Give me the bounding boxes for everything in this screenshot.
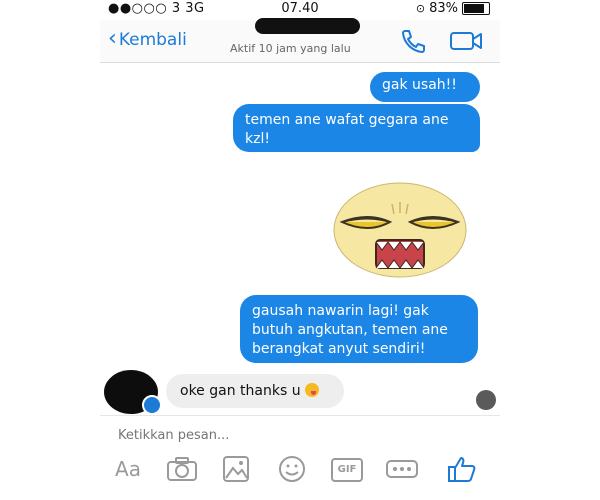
tongue-emoji-icon <box>304 383 319 397</box>
divider <box>100 415 500 416</box>
phone-icon[interactable] <box>398 28 428 54</box>
battery-fill <box>464 4 484 13</box>
message-input[interactable] <box>118 424 378 446</box>
message-text: oke gan thanks u <box>180 383 301 399</box>
more-icon[interactable] <box>384 454 420 484</box>
battery-icon <box>462 2 490 15</box>
back-button[interactable]: ‹ Kembali <box>108 26 187 51</box>
composer-toolbar: Aa GIF <box>100 448 500 488</box>
status-bar: ●●○○○ 3 3G 07.40 ⊙ 83% <box>100 0 500 20</box>
camera-icon[interactable] <box>164 454 200 484</box>
redacted-contact-name <box>255 18 360 34</box>
message-outgoing[interactable]: gak usah!! <box>370 72 480 102</box>
chevron-left-icon: ‹ <box>108 26 117 51</box>
battery-area: ⊙ 83% <box>416 1 490 16</box>
gif-icon: GIF <box>331 458 363 482</box>
gif-button[interactable]: GIF <box>328 454 364 484</box>
gallery-icon[interactable] <box>218 454 254 484</box>
back-label: Kembali <box>118 30 187 50</box>
like-icon[interactable] <box>444 454 480 484</box>
battery-percent: 83% <box>429 1 458 16</box>
alarm-icon: ⊙ <box>415 2 426 15</box>
messenger-screen: ●●○○○ 3 3G 07.40 ⊙ 83% ‹ Kembali Aktif 1… <box>100 0 500 500</box>
message-outgoing[interactable]: temen ane wafat gegara ane kzl! <box>233 104 480 152</box>
text-format-button[interactable]: Aa <box>110 454 146 484</box>
active-status: Aktif 10 jam yang lalu <box>230 42 351 55</box>
messenger-badge-icon <box>142 395 162 415</box>
emoji-icon[interactable] <box>274 454 310 484</box>
conversation-header: ‹ Kembali Aktif 10 jam yang lalu <box>100 18 500 63</box>
annoyed-face-sticker[interactable] <box>332 182 468 278</box>
message-incoming[interactable]: oke gan thanks u <box>166 374 344 408</box>
message-outgoing[interactable]: gausah nawarin lagi! gak butuh angkutan,… <box>240 295 478 363</box>
seen-avatar <box>476 390 496 410</box>
video-call-icon[interactable] <box>448 28 484 54</box>
